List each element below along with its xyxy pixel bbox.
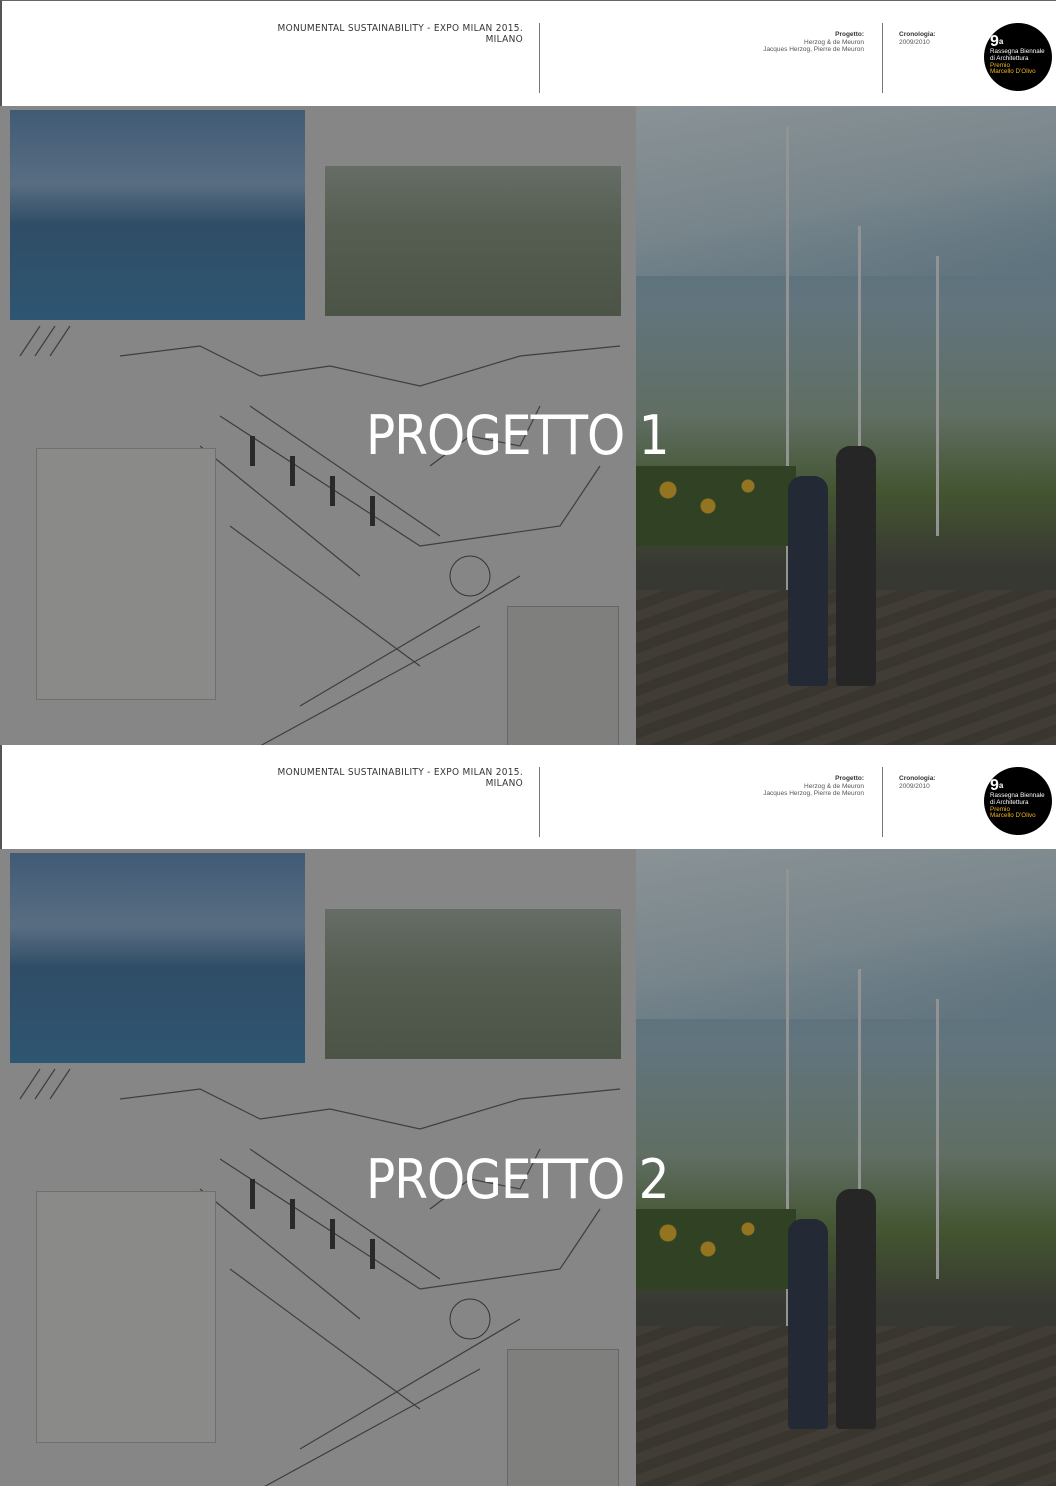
divider — [882, 23, 883, 93]
divider — [882, 767, 883, 837]
divider — [539, 23, 540, 93]
divider — [539, 767, 540, 837]
chronology: Cronologia: 2009/2010 — [899, 31, 935, 46]
logo-superscript: a — [998, 781, 1004, 790]
project-title-line1: MONUMENTAL SUSTAINABILITY - EXPO MILAN 2… — [277, 23, 523, 34]
logo-line4: Marcello D'Olivo — [990, 68, 1036, 76]
project-label: Progetto: — [835, 775, 864, 782]
chronology: Cronologia: 2009/2010 — [899, 775, 935, 790]
project-credits: Progetto: Herzog & de Meuron Jacques Her… — [763, 31, 864, 54]
project-architect: Herzog & de Meuron — [804, 38, 864, 46]
logo-superscript: a — [998, 37, 1004, 46]
chronology-label: Cronologia: — [899, 775, 936, 782]
progetto-title: PROGETTO 2 — [366, 1148, 670, 1211]
biennale-logo: 9a Rassegna Biennale di Architettura Pre… — [984, 23, 1052, 91]
project-authors: Jacques Herzog, Pierre de Meuron — [763, 46, 864, 53]
project-title-line2: MILANO — [485, 34, 523, 45]
biennale-logo: 9a Rassegna Biennale di Architettura Pre… — [984, 767, 1052, 835]
project-architect: Herzog & de Meuron — [804, 782, 864, 790]
project-credits: Progetto: Herzog & de Meuron Jacques Her… — [763, 775, 864, 798]
chronology-value: 2009/2010 — [899, 38, 930, 46]
slide-header: MONUMENTAL SUSTAINABILITY - EXPO MILAN 2… — [0, 0, 1056, 106]
slide-header: MONUMENTAL SUSTAINABILITY - EXPO MILAN 2… — [0, 745, 1056, 849]
progetto-title: PROGETTO 1 — [366, 404, 670, 467]
project-title: MONUMENTAL SUSTAINABILITY - EXPO MILAN 2… — [278, 767, 523, 789]
chronology-value: 2009/2010 — [899, 782, 930, 790]
project-title-line2: MILANO — [485, 778, 523, 789]
slide-progetto-2[interactable]: MONUMENTAL SUSTAINABILITY - EXPO MILAN 2… — [0, 745, 1056, 1486]
project-title: MONUMENTAL SUSTAINABILITY - EXPO MILAN 2… — [278, 23, 523, 45]
chronology-label: Cronologia: — [899, 31, 936, 38]
project-authors: Jacques Herzog, Pierre de Meuron — [763, 790, 864, 797]
logo-line4: Marcello D'Olivo — [990, 812, 1036, 820]
project-label: Progetto: — [835, 31, 864, 38]
project-title-line1: MONUMENTAL SUSTAINABILITY - EXPO MILAN 2… — [277, 767, 523, 778]
slide-progetto-1[interactable]: MONUMENTAL SUSTAINABILITY - EXPO MILAN 2… — [0, 0, 1056, 750]
